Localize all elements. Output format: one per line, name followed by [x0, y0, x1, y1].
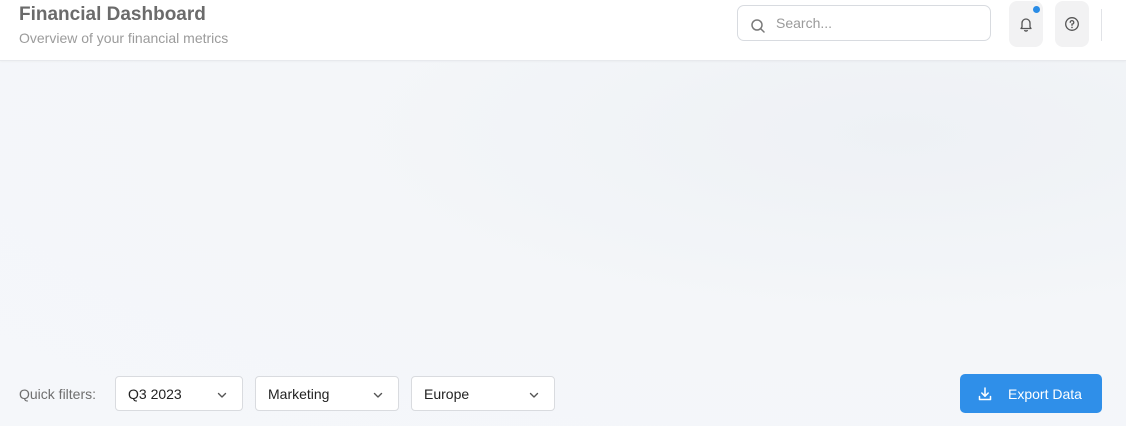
period-select[interactable]: Q3 2023 [115, 376, 243, 411]
search-input[interactable] [776, 13, 976, 33]
search-icon [751, 19, 765, 33]
chevron-down-icon [373, 392, 383, 398]
department-select-value: Marketing [268, 386, 330, 402]
region-select[interactable]: Europe [411, 376, 555, 411]
chevron-down-icon [217, 392, 227, 398]
region-select-value: Europe [424, 386, 470, 402]
dashboard-content-area [0, 61, 1126, 426]
export-data-button[interactable]: Export Data [960, 374, 1102, 413]
department-select[interactable]: Marketing [255, 376, 399, 411]
download-icon [978, 387, 992, 401]
notification-badge [1033, 6, 1040, 13]
bell-icon [1020, 18, 1032, 32]
header-divider [1101, 9, 1102, 41]
export-data-label: Export Data [1008, 386, 1082, 402]
question-circle-icon [1065, 17, 1079, 31]
scrollbar-track[interactable] [1126, 0, 1134, 426]
quick-filters-label: Quick filters: [19, 386, 97, 402]
chevron-down-icon [529, 392, 539, 398]
help-button[interactable] [1055, 1, 1089, 47]
period-select-value: Q3 2023 [128, 386, 182, 402]
page-title: Financial Dashboard [19, 4, 206, 25]
search-box[interactable] [737, 5, 991, 41]
notifications-button[interactable] [1009, 1, 1043, 47]
top-header-bar: Financial Dashboard Overview of your fin… [0, 0, 1126, 61]
page-subtitle: Overview of your financial metrics [19, 30, 229, 46]
